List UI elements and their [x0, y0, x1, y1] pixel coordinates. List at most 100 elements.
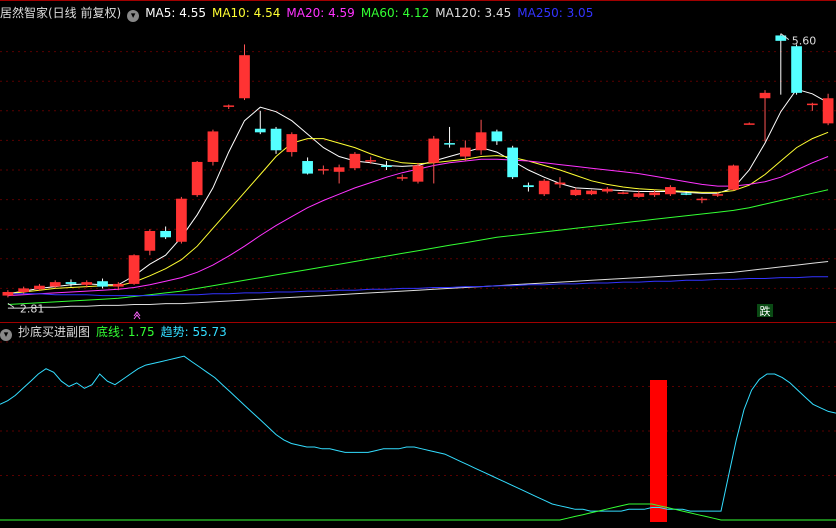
- candle-body: [680, 193, 692, 195]
- candle-body: [302, 161, 313, 174]
- candle-body: [822, 98, 834, 124]
- candle: [759, 90, 771, 142]
- candle-body: [475, 132, 487, 151]
- candle: [270, 126, 282, 154]
- candle: [207, 129, 219, 166]
- candle: [822, 93, 834, 126]
- candle-body: [491, 131, 503, 142]
- candle-body: [128, 255, 140, 284]
- candle-body: [728, 165, 739, 190]
- candle: [617, 191, 629, 195]
- sub-title[interactable]: 抄底买进副图: [18, 325, 90, 339]
- candle-body: [191, 161, 203, 196]
- candle-body: [444, 143, 455, 145]
- candle-body: [791, 46, 802, 93]
- ma-legend-item-3: MA60: 4.12: [360, 6, 430, 20]
- candle-body: [633, 193, 645, 197]
- candle-body: [97, 281, 108, 287]
- sell-marker: 跌: [760, 304, 771, 318]
- candle: [176, 196, 187, 244]
- candle: [538, 178, 550, 197]
- main-header: 居然智家(日线 前复权) ▾ MA5: 4.55 MA10: 4.54 MA20: 4.…: [0, 4, 605, 22]
- candle-body: [459, 147, 471, 157]
- candle: [507, 145, 519, 179]
- candle: [601, 187, 613, 194]
- candle: [428, 135, 440, 184]
- candle-body: [239, 55, 250, 99]
- candle-body: [18, 288, 30, 292]
- ma-line-ma60: [7, 189, 829, 305]
- candle-body: [317, 169, 329, 171]
- stock-chart: 5.60 2.81 跌: [0, 33, 836, 522]
- candle-body: [570, 189, 582, 196]
- candle: [286, 132, 298, 157]
- candle: [191, 161, 203, 197]
- candle-body: [396, 177, 408, 179]
- candle: [2, 290, 14, 298]
- sub-line-1: [0, 503, 836, 521]
- sub-grid: [0, 341, 836, 476]
- candle-body: [81, 282, 93, 285]
- candle: [223, 104, 235, 110]
- sub-header: ▾ 抄底买进副图 底线: 1.75 趋势: 55.73: [0, 323, 239, 341]
- high-price-label: 5.60: [792, 35, 817, 48]
- candle: [649, 189, 660, 197]
- main-candles: [2, 33, 834, 298]
- candle-body: [2, 291, 14, 296]
- candle: [586, 189, 597, 196]
- candle-body: [49, 282, 61, 287]
- candle-body: [270, 128, 282, 151]
- candle-body: [365, 160, 377, 162]
- ma-legend-item-0: MA5: 4.55: [145, 6, 206, 20]
- candle-body: [523, 185, 534, 188]
- ma-legend-item-1: MA10: 4.54: [211, 6, 281, 20]
- candle-body: [112, 283, 124, 287]
- candle-body: [696, 198, 708, 201]
- sub-legend-item-0: 底线: 1.75: [96, 325, 155, 339]
- candle-body: [617, 192, 629, 194]
- candle-body: [428, 138, 440, 163]
- candle: [254, 110, 266, 135]
- sub-legend: 底线: 1.75 趋势: 55.73: [96, 325, 233, 339]
- candle: [160, 226, 171, 240]
- candle-body: [649, 192, 660, 196]
- candle: [743, 122, 755, 125]
- sub-legend-item-1: 趋势: 55.73: [160, 325, 227, 339]
- double-chevron-up-icon: [133, 311, 141, 320]
- main-title[interactable]: 居然智家(日线 前复权): [0, 6, 121, 20]
- candle: [333, 164, 345, 184]
- candle-body: [743, 123, 755, 125]
- chevron-down-icon[interactable]: ▾: [127, 10, 140, 22]
- candle-body: [712, 194, 724, 196]
- ma-legend-item-5: MA250: 3.05: [517, 6, 594, 20]
- ma-legend-item-2: MA20: 4.59: [286, 6, 355, 20]
- candle-body: [554, 182, 566, 185]
- candle: [459, 140, 471, 162]
- candle: [128, 254, 140, 285]
- candle: [523, 182, 534, 192]
- low-price-label: 2.81: [20, 302, 45, 315]
- candle: [349, 152, 361, 170]
- candle: [396, 174, 408, 181]
- candle: [239, 44, 250, 101]
- candle-body: [144, 230, 156, 251]
- candle-body: [160, 230, 171, 238]
- signal-bar: [650, 380, 667, 522]
- candle-body: [665, 187, 676, 195]
- candle-body: [65, 282, 77, 284]
- candle: [475, 119, 487, 155]
- candle-body: [223, 105, 235, 107]
- candle-body: [207, 131, 219, 162]
- candle-body: [333, 167, 345, 172]
- candle-body: [381, 165, 392, 168]
- candle-body: [349, 153, 361, 169]
- candle: [665, 185, 676, 197]
- candle: [696, 196, 708, 204]
- candle-body: [254, 128, 266, 133]
- candle: [491, 129, 503, 145]
- chevron-down-icon[interactable]: ▾: [0, 329, 12, 341]
- candle-body: [507, 147, 519, 178]
- sub-signal-bar: [650, 380, 667, 522]
- main-top-separator: [0, 0, 836, 1]
- candle: [570, 187, 582, 197]
